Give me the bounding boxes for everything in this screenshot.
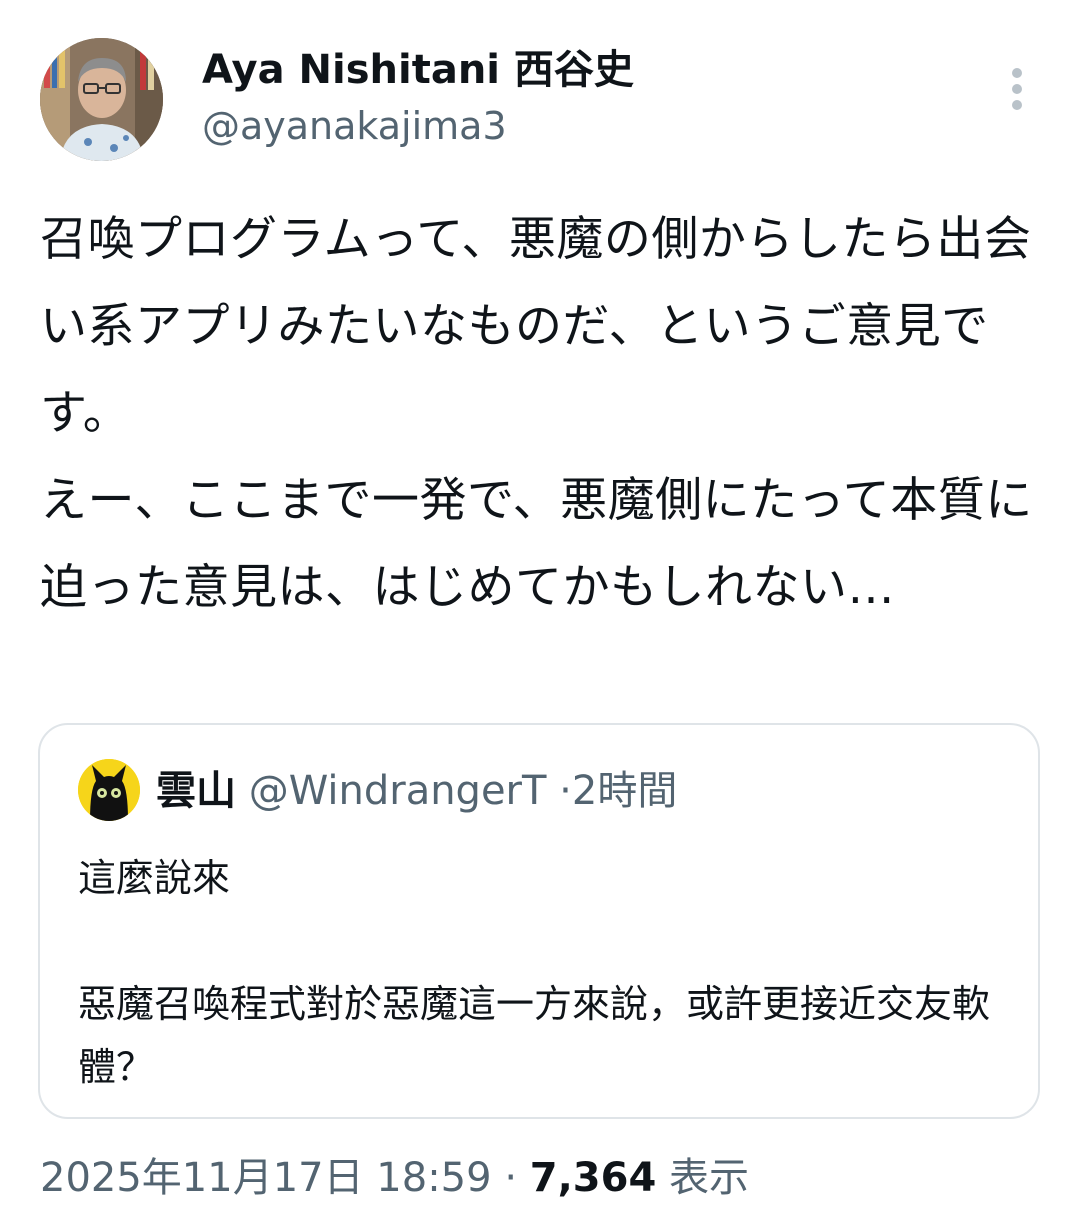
quoted-author-avatar[interactable] [78, 759, 140, 821]
quoted-header: 雲山 @WindrangerT ·2時間 [156, 763, 677, 819]
quoted-separator: · [559, 768, 572, 814]
tweet-text: 召喚プログラムって、悪魔の側からしたら出会い系アプリみたいなものだ、というご意見… [40, 212, 1033, 615]
more-vertical-icon[interactable] [1000, 66, 1034, 112]
quoted-author-handle[interactable]: @WindrangerT [249, 768, 547, 814]
more-dot [1012, 68, 1022, 78]
tweet-meta: 2025年11月17日 18:59 · 7,364 表示 [40, 1150, 749, 1206]
author-info: Aya Nishitani 西谷史 @ayanakajima3 [202, 44, 634, 152]
black-cat-icon [78, 759, 140, 821]
author-handle[interactable]: @ayanakajima3 [202, 100, 634, 152]
meta-separator: · [504, 1155, 518, 1201]
author-avatar[interactable] [40, 38, 163, 161]
quoted-text: 這麼說來 惡魔召喚程式對於惡魔這一方來說，或許更接近交友軟體？ [78, 856, 991, 1089]
author-name[interactable]: Aya Nishitani 西谷史 [202, 44, 634, 96]
views-count[interactable]: 7,364 [530, 1155, 657, 1201]
quoted-tweet[interactable]: 雲山 @WindrangerT ·2時間 這麼說來 惡魔召喚程式對於惡魔這一方來… [38, 723, 1040, 1119]
tweet-timestamp[interactable]: 2025年11月17日 18:59 [40, 1155, 492, 1201]
quoted-author-name[interactable]: 雲山 [156, 768, 236, 814]
quoted-time[interactable]: 2時間 [572, 768, 677, 814]
author-photo [40, 38, 163, 161]
more-dot [1012, 100, 1022, 110]
views-label: 表示 [669, 1155, 749, 1201]
more-dot [1012, 84, 1022, 94]
